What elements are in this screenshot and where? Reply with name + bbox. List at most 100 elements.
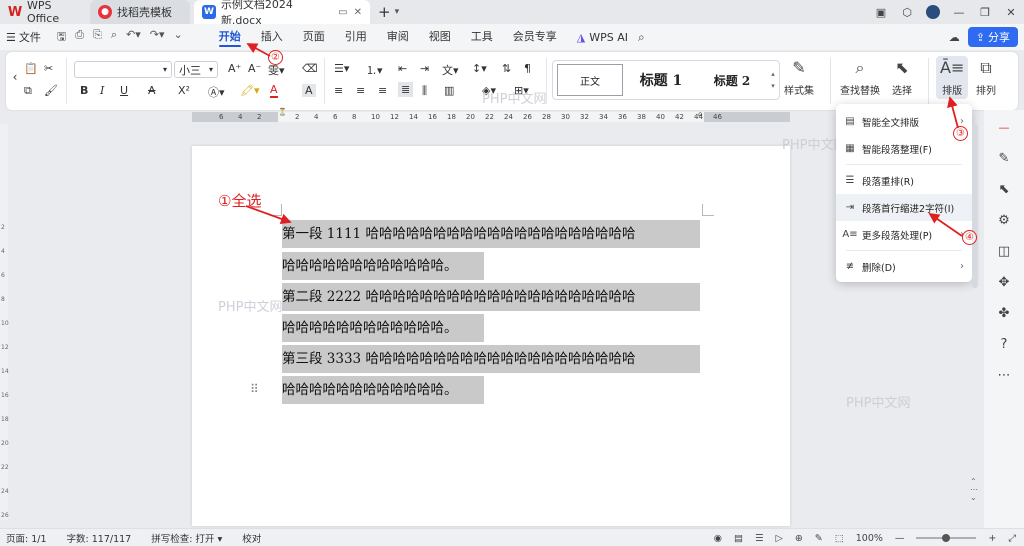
avatar[interactable]	[926, 5, 940, 19]
clover-icon[interactable]: ✤	[995, 304, 1013, 322]
line-spacing-icon[interactable]: ↕▾	[472, 62, 487, 75]
paragraph-line[interactable]: 哈哈哈哈哈哈哈哈哈哈哈哈。	[282, 314, 484, 342]
bold-button[interactable]: B	[80, 84, 88, 97]
paragraph-drag-handle-icon[interactable]: ⠿	[250, 382, 259, 396]
paragraph-line[interactable]: 第一段 1111 哈哈哈哈哈哈哈哈哈哈哈哈哈哈哈哈哈哈哈哈	[282, 220, 700, 248]
image-tools-icon[interactable]: ◫	[995, 242, 1013, 260]
word-count[interactable]: 字数: 117/117	[67, 531, 132, 545]
file-menu[interactable]: ☰ 文件	[6, 29, 41, 45]
restore-icon[interactable]: ❐	[972, 6, 998, 19]
zoom-in-icon[interactable]: +	[988, 533, 996, 544]
tab-review[interactable]: 审阅	[377, 24, 419, 50]
fullscreen-icon[interactable]: ⤢	[1008, 533, 1016, 544]
web-view-icon[interactable]: ⊕	[795, 533, 803, 544]
wps-ai-button[interactable]: ◮ WPS AI	[567, 31, 638, 44]
layout-icon[interactable]: ▣	[868, 6, 894, 19]
cut-icon[interactable]: ✂	[44, 62, 53, 75]
style-heading-1[interactable]: 标题 1	[623, 64, 699, 96]
show-marks-icon[interactable]: ¶	[524, 62, 531, 75]
style-set-button[interactable]: ✎ 样式集	[784, 58, 814, 97]
pen-icon[interactable]: ✎	[995, 149, 1013, 167]
more-icon[interactable]: ⋯	[995, 366, 1013, 384]
help-icon[interactable]: ?	[995, 335, 1013, 353]
sort-icon[interactable]: ⇅	[502, 62, 511, 75]
bullet-list-icon[interactable]: ☰▾	[334, 62, 349, 75]
outline-view-icon[interactable]: ☰	[755, 533, 764, 544]
italic-button[interactable]: I	[100, 84, 104, 97]
tab-page[interactable]: 页面	[293, 24, 335, 50]
fit-page-icon[interactable]: ⬚	[835, 533, 844, 544]
numbered-list-icon[interactable]: ⒈▾	[366, 62, 383, 78]
cloud-sync-icon[interactable]: ☁	[949, 31, 960, 44]
clear-format-icon[interactable]: ⌫	[302, 62, 318, 75]
vertical-ruler[interactable]: 24681012141618202224262830	[0, 124, 9, 543]
page-view-icon[interactable]: ▤	[734, 533, 743, 544]
cube-icon[interactable]: ⬡	[894, 6, 920, 19]
text-effect-icon[interactable]: Ⓐ▾	[208, 84, 225, 100]
align-left-icon[interactable]: ≡	[334, 84, 343, 97]
superscript-button[interactable]: X²	[178, 84, 190, 97]
zoom-out-icon[interactable]: —	[895, 533, 905, 544]
font-color-button[interactable]: A	[270, 84, 278, 98]
indent-marker-icon[interactable]: ⏳	[278, 108, 287, 116]
column-icon[interactable]: ▥	[444, 84, 454, 97]
page-count[interactable]: 页面: 1/1	[6, 531, 47, 545]
menu-item-paragraph-tidy[interactable]: ▦ 智能段落整理(F)	[836, 135, 972, 162]
tab-insert[interactable]: 插入	[251, 24, 293, 50]
find-replace-button[interactable]: ⌕ 查找替换	[840, 58, 880, 97]
justify-icon[interactable]: ≣	[398, 82, 414, 97]
font-size-select[interactable]: 小三 ▾	[174, 61, 218, 78]
tab-document[interactable]: W 示例文档2024新.docx ▭ ✕	[194, 0, 370, 27]
font-name-select[interactable]: ▾	[74, 61, 172, 78]
horizontal-ruler[interactable]: 6 4 2 2 4 6 8 10 12 14 16 18 20 22 24 26 28 30 32 34 36 38 40 4…	[192, 108, 790, 122]
style-normal[interactable]: 正文	[557, 64, 623, 96]
highlight-icon[interactable]: 🖍▾	[240, 84, 260, 97]
distribute-icon[interactable]: ⫼	[422, 84, 427, 98]
align-center-icon[interactable]: ≡	[356, 84, 365, 97]
copy-icon[interactable]: ⧉	[24, 84, 32, 98]
arrange-button[interactable]: ⧉ 排列	[976, 58, 996, 97]
cursor-select-icon[interactable]: ⬉	[995, 180, 1013, 198]
redo-icon[interactable]: ↷▾	[150, 28, 165, 47]
close-window-icon[interactable]: ✕	[998, 6, 1024, 19]
write-mode-icon[interactable]: ✎	[815, 533, 823, 544]
paste-icon[interactable]: 📋	[24, 62, 38, 75]
print-preview-icon[interactable]: ⌕	[111, 28, 117, 47]
zoom-slider[interactable]	[916, 534, 977, 542]
chinese-layout-icon[interactable]: 文▾	[442, 62, 459, 78]
menu-item-delete[interactable]: ≢ 删除(D) ›	[836, 253, 972, 280]
zoom-slider-knob[interactable]	[942, 534, 951, 542]
vertical-scrollbar[interactable]	[972, 124, 978, 288]
tab-references[interactable]: 引用	[335, 24, 377, 50]
format-painter-icon[interactable]: 🖌	[44, 84, 58, 97]
tab-home[interactable]: 开始	[209, 24, 251, 50]
quick-more-icon[interactable]: ⌄	[174, 28, 183, 47]
share-button[interactable]: ⇪ 分享	[967, 27, 1018, 47]
tab-view[interactable]: 视图	[419, 24, 461, 50]
style-heading-2[interactable]: 标题 2	[699, 64, 765, 96]
spell-check-toggle[interactable]: 拼写检查: 打开 ▾	[151, 531, 222, 545]
print-icon[interactable]: ⎘	[93, 28, 102, 47]
menu-item-first-line-indent[interactable]: ⇥ 段落首行缩进2字符(I)	[836, 194, 972, 221]
document-page[interactable]: 第一段 1111 哈哈哈哈哈哈哈哈哈哈哈哈哈哈哈哈哈哈哈哈 哈哈哈哈哈哈哈哈哈哈…	[192, 146, 790, 526]
window-mode-icon[interactable]: ▭	[338, 7, 347, 18]
right-indent-marker-icon[interactable]: ⌂	[698, 110, 702, 118]
minimize-icon[interactable]: —	[946, 6, 972, 19]
layout-button[interactable]: Ā≡ 排版	[936, 56, 969, 99]
select-button[interactable]: ⬉ 选择	[892, 58, 912, 97]
adjust-sliders-icon[interactable]: ⚙	[995, 211, 1013, 229]
char-shading-icon[interactable]: A	[302, 84, 316, 97]
close-tab-icon[interactable]: ✕	[354, 7, 362, 18]
increase-indent-icon[interactable]: ⇥	[420, 62, 429, 75]
ribbon-scroll-left-icon[interactable]: ‹	[10, 70, 20, 84]
page-nav-icon[interactable]: ⌃ ⋯ ⌄	[970, 478, 978, 502]
decrease-indent-icon[interactable]: ⇤	[398, 62, 407, 75]
eye-protect-icon[interactable]: ◉	[714, 533, 722, 544]
paragraph-line[interactable]: 第二段 2222 哈哈哈哈哈哈哈哈哈哈哈哈哈哈哈哈哈哈哈哈	[282, 283, 700, 311]
zoom-level[interactable]: 100%	[856, 533, 883, 544]
underline-button[interactable]: U	[120, 84, 128, 97]
grow-font-icon[interactable]: A⁺	[228, 62, 241, 75]
tab-member[interactable]: 会员专享	[503, 24, 567, 50]
align-right-icon[interactable]: ≡	[378, 84, 387, 97]
tab-tools[interactable]: 工具	[461, 24, 503, 50]
